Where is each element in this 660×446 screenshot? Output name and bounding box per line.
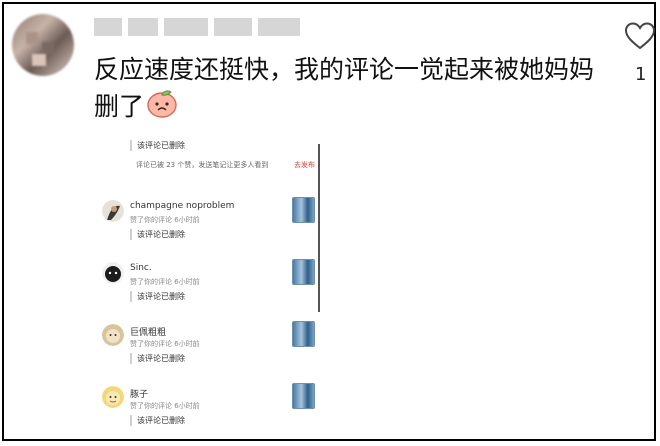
- heart-icon[interactable]: [624, 21, 656, 51]
- comment-card: 反应速度还挺快，我的评论一觉起来被她妈妈删了 1 该评论已删除 评论已被 23 …: [2, 2, 656, 441]
- note-thumbnail[interactable]: [292, 383, 315, 409]
- list-item[interactable]: 豚子 赞了你的评论 6小时前 该评论已删除: [94, 383, 326, 446]
- deleted-comment-label: 该评论已删除: [130, 353, 185, 364]
- user-name: 巨佩粗粗: [130, 328, 167, 338]
- like-meta: 赞了你的评论 6小时前: [130, 402, 200, 410]
- note-thumbnail[interactable]: [292, 259, 315, 285]
- like-meta: 赞了你的评论 6小时前: [130, 278, 200, 286]
- user-name: Sinc.: [130, 263, 152, 273]
- avatar[interactable]: [102, 200, 124, 222]
- list-item[interactable]: 巨佩粗粗 赞了你的评论 6小时前 该评论已删除: [94, 321, 326, 384]
- comment-text: 反应速度还挺快，我的评论一觉起来被她妈妈删了: [94, 51, 599, 128]
- avatar[interactable]: [102, 386, 124, 408]
- notice-action-button[interactable]: 去发布: [294, 160, 315, 170]
- list-item[interactable]: champagne noproblem 赞了你的评论 6小时前 该评论已删除: [94, 197, 326, 260]
- like-meta: 赞了你的评论 6小时前: [130, 216, 200, 224]
- notice-text: 评论已被 23 个赞，发送笔记让更多人看到: [136, 161, 269, 169]
- note-thumbnail[interactable]: [292, 197, 315, 223]
- user-name: champagne noproblem: [130, 201, 235, 211]
- like-meta: 赞了你的评论 6小时前: [130, 340, 200, 348]
- embedded-screenshot: 该评论已删除 评论已被 23 个赞，发送笔记让更多人看到 去发布 champag…: [94, 134, 326, 434]
- avatar[interactable]: [102, 324, 124, 346]
- like-count: 1: [635, 64, 647, 85]
- note-thumbnail[interactable]: [292, 321, 315, 347]
- avatar[interactable]: [12, 14, 74, 76]
- user-name: 豚子: [130, 390, 149, 400]
- like-button[interactable]: [624, 21, 660, 55]
- deleted-comment-label: 该评论已删除: [130, 291, 185, 302]
- deleted-comment-label: 该评论已删除: [130, 415, 185, 426]
- username-blurred[interactable]: [94, 16, 304, 38]
- deleted-comment-label: 该评论已删除: [130, 140, 185, 151]
- avatar[interactable]: [102, 262, 124, 284]
- deleted-comment-label: 该评论已删除: [130, 229, 185, 240]
- peach-face-emoji-icon: [146, 88, 178, 128]
- list-item[interactable]: Sinc. 赞了你的评论 6小时前 该评论已删除: [94, 259, 326, 322]
